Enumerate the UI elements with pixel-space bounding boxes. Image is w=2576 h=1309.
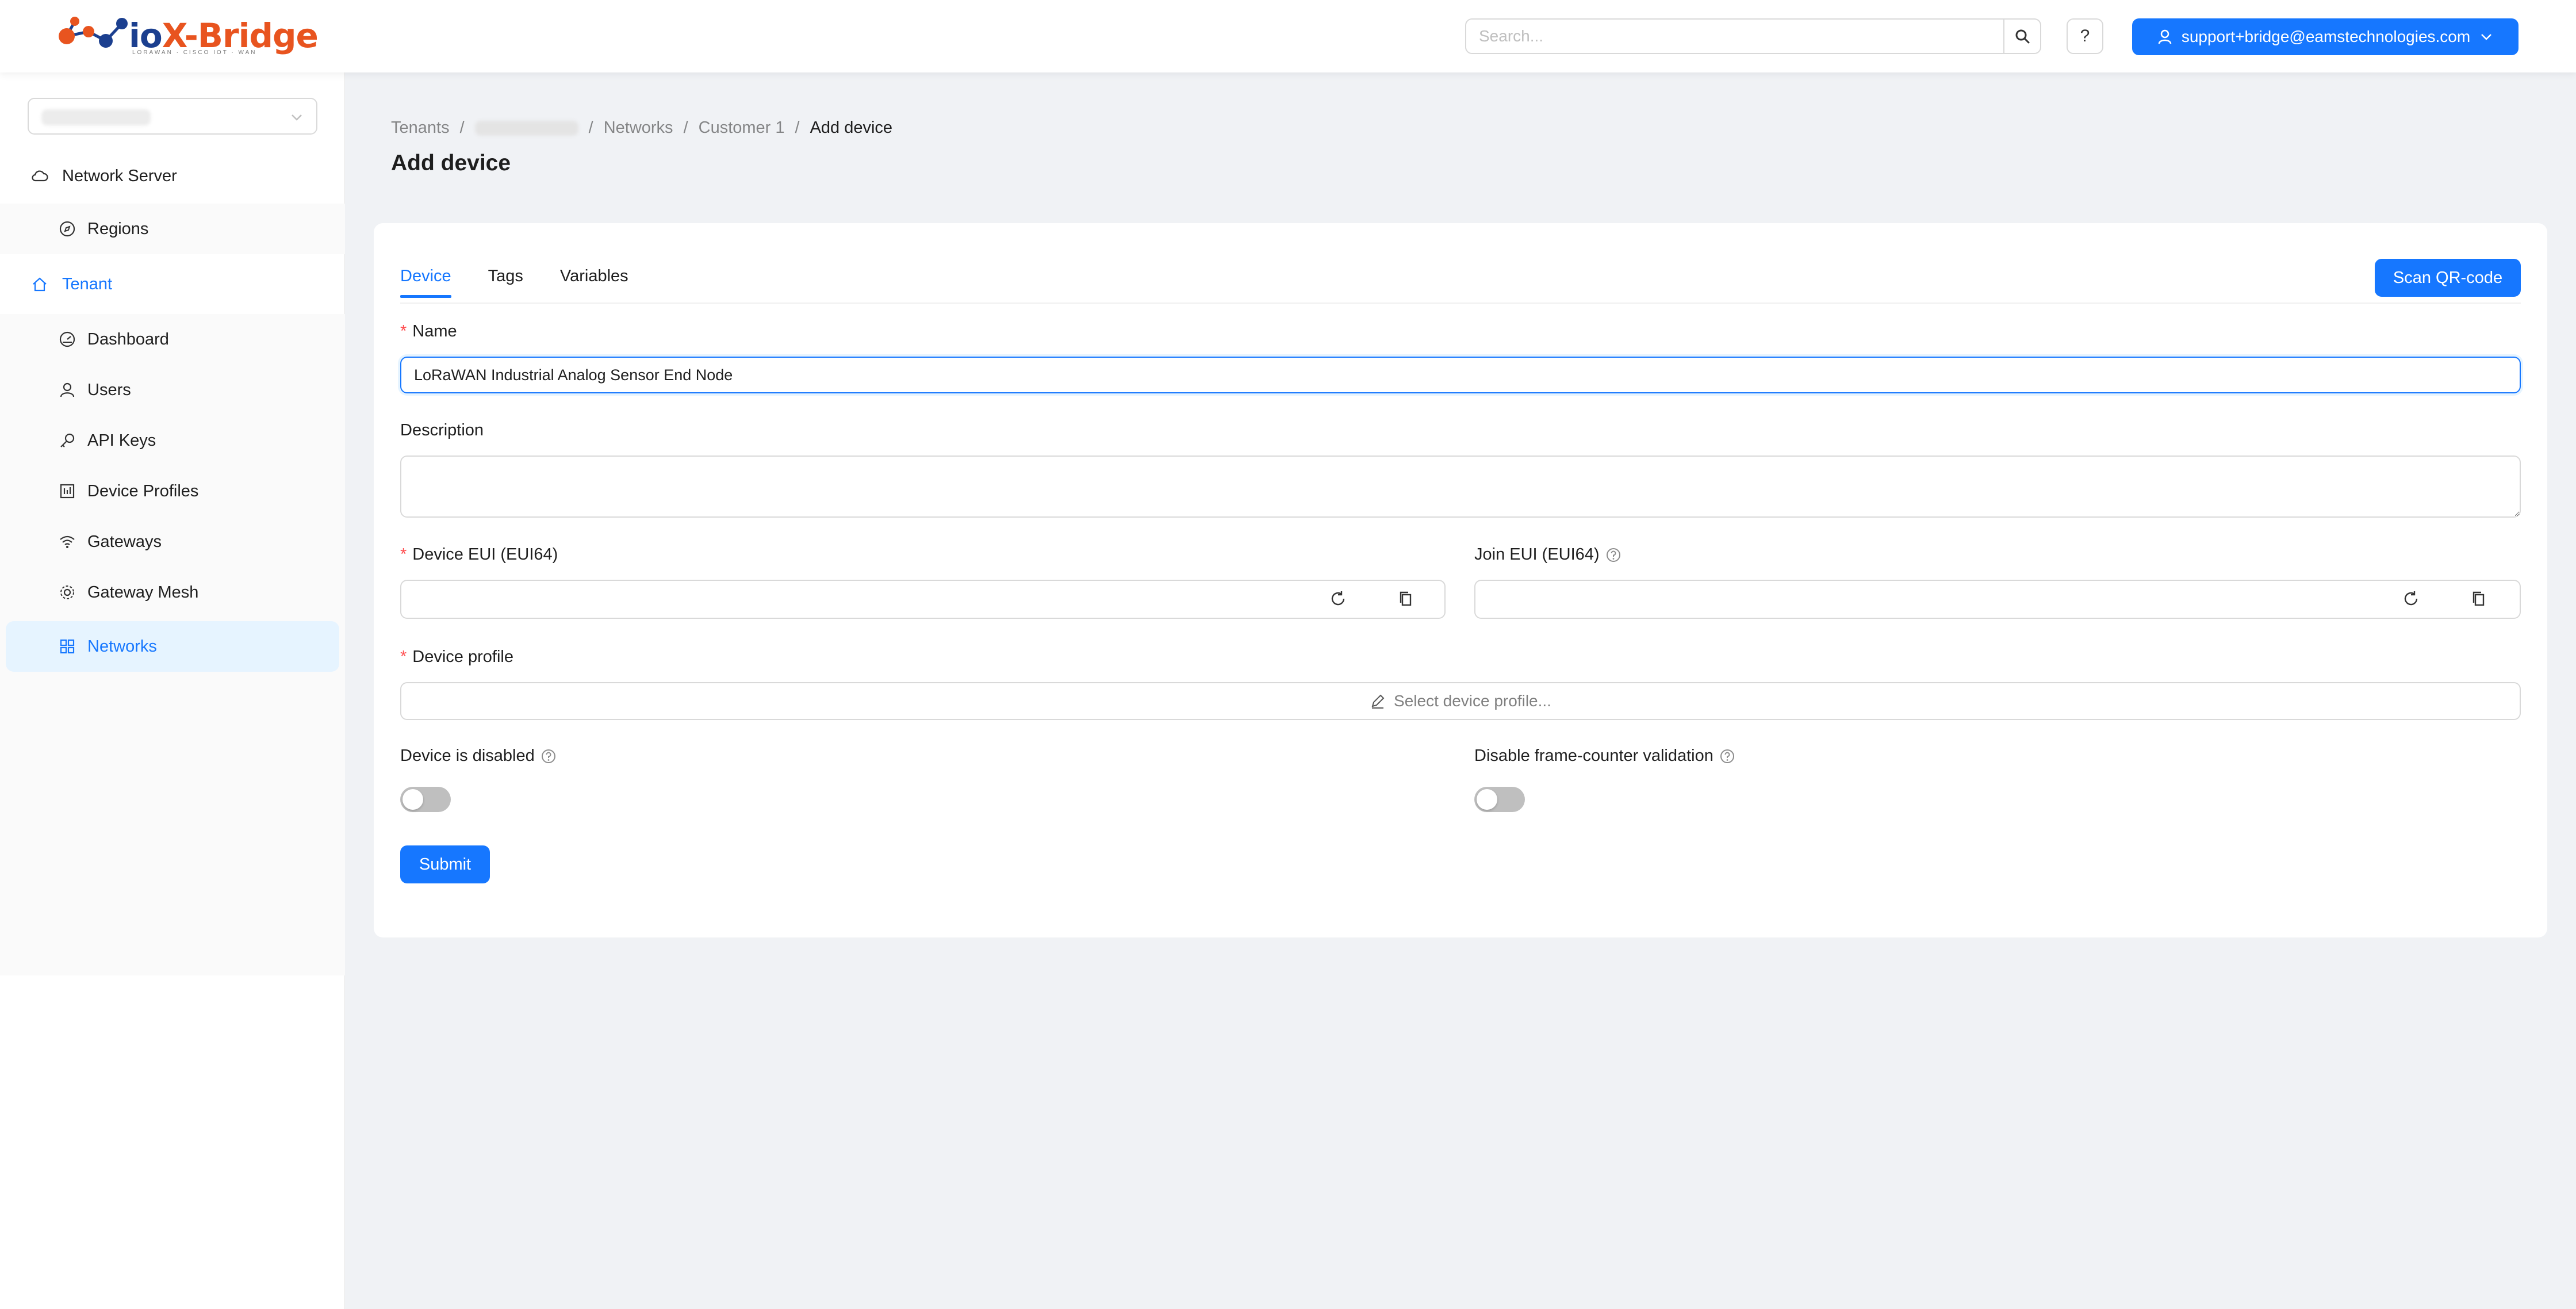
tab-device[interactable]: Device: [400, 259, 451, 298]
question-circle-icon[interactable]: [540, 748, 557, 764]
sidebar-item-label: Gateway Mesh: [87, 583, 199, 602]
submit-button[interactable]: Submit: [400, 845, 490, 883]
tenant-select[interactable]: [28, 98, 317, 135]
breadcrumb-current: Add device: [810, 118, 893, 137]
copy-icon[interactable]: [1397, 590, 1414, 607]
refresh-icon[interactable]: [1329, 590, 1347, 607]
user-menu-button[interactable]: support+bridge@eamstechnologies.com: [2132, 18, 2518, 55]
user-email: support+bridge@eamstechnologies.com: [2181, 28, 2471, 45]
device-profile-label: * Device profile: [400, 648, 513, 666]
tabs-divider: [400, 303, 2521, 304]
user-icon: [57, 380, 77, 400]
sidebar: Network Server Regions Tenant Dashboard …: [0, 72, 345, 1309]
question-circle-icon[interactable]: [1605, 547, 1621, 563]
app-logo[interactable]: ioX-Bridge LORAWAN · CISCO IOT · WAN: [57, 13, 319, 59]
sidebar-item-label: API Keys: [87, 431, 156, 450]
sidebar-item-device-profiles[interactable]: Device Profiles: [0, 466, 345, 516]
sidebar-item-dashboard[interactable]: Dashboard: [0, 314, 345, 365]
logo-molecule-icon: [59, 17, 128, 48]
chevron-down-icon: [292, 114, 302, 121]
device-eui-actions: [1329, 590, 1414, 607]
disable-fcnt-label: Disable frame-counter validation: [1474, 747, 1735, 766]
question-icon: ?: [2080, 26, 2090, 45]
wifi-icon: [57, 532, 77, 552]
join-eui-field[interactable]: [1474, 580, 2521, 619]
device-eui-label: * Device EUI (EUI64): [400, 545, 558, 564]
sidebar-item-users[interactable]: Users: [0, 365, 345, 415]
search-button[interactable]: [2004, 18, 2041, 54]
description-field[interactable]: [400, 456, 2521, 518]
top-header: ioX-Bridge LORAWAN · CISCO IOT · WAN ? s…: [0, 0, 2576, 72]
breadcrumb-tenants[interactable]: Tenants: [391, 118, 450, 137]
device-disabled-toggle[interactable]: [400, 787, 451, 812]
chevron-down-icon: [2481, 34, 2492, 40]
sidebar-item-regions[interactable]: Regions: [0, 204, 345, 254]
sidebar-item-label: Device Profiles: [87, 481, 199, 500]
breadcrumb-networks[interactable]: Networks: [604, 118, 673, 137]
sidebar-item-tenant[interactable]: Tenant: [0, 259, 345, 309]
device-disabled-label: Device is disabled: [400, 747, 557, 766]
join-eui-actions: [2402, 590, 2487, 607]
breadcrumb: Tenants / / Networks / Customer 1 / Add …: [391, 118, 893, 137]
join-eui-label: Join EUI (EUI64): [1474, 545, 1621, 564]
disable-fcnt-toggle[interactable]: [1474, 787, 1525, 812]
sidebar-item-gateway-mesh[interactable]: Gateway Mesh: [0, 567, 345, 618]
breadcrumb-customer[interactable]: Customer 1: [699, 118, 785, 137]
refresh-icon[interactable]: [2402, 590, 2420, 607]
sidebar-item-networks[interactable]: Networks: [6, 621, 339, 672]
profile-icon: [57, 481, 77, 501]
page-title: Add device: [391, 151, 511, 175]
name-field[interactable]: [400, 357, 2521, 393]
device-profile-select[interactable]: Select device profile...: [400, 682, 2521, 720]
device-profile-placeholder: Select device profile...: [1394, 692, 1551, 710]
home-icon: [30, 274, 49, 294]
sidebar-item-api-keys[interactable]: API Keys: [0, 415, 345, 466]
search-input[interactable]: [1465, 18, 2004, 54]
sidebar-item-label: Networks: [87, 637, 157, 656]
dashboard-icon: [57, 330, 77, 349]
copy-icon[interactable]: [2470, 590, 2487, 607]
sidebar-item-label: Regions: [87, 219, 149, 238]
add-device-card: Device Tags Variables Scan QR-code * Name…: [374, 223, 2547, 937]
description-label: Description: [400, 421, 484, 439]
sidebar-item-label: Gateways: [87, 532, 162, 551]
tenant-select-value: [41, 109, 151, 125]
sidebar-item-gateways[interactable]: Gateways: [0, 516, 345, 567]
grid-icon: [57, 637, 77, 656]
tab-variables[interactable]: Variables: [560, 259, 628, 298]
logo-tagline: LORAWAN · CISCO IOT · WAN: [132, 49, 257, 56]
name-label: * Name: [400, 322, 457, 340]
form-tabs: Device Tags Variables: [400, 259, 665, 298]
tab-tags[interactable]: Tags: [488, 259, 523, 298]
device-eui-field[interactable]: [400, 580, 1446, 619]
sidebar-item-label: Network Server: [62, 166, 177, 185]
sidebar-item-label: Tenant: [62, 274, 113, 293]
user-icon: [2158, 29, 2172, 44]
key-icon: [57, 431, 77, 450]
edit-icon: [1371, 694, 1385, 709]
global-search: [1465, 18, 2041, 54]
sidebar-item-label: Dashboard: [87, 330, 169, 349]
scan-qr-button[interactable]: Scan QR-code: [2375, 259, 2521, 297]
sidebar-item-network-server[interactable]: Network Server: [0, 151, 345, 201]
search-icon: [2015, 29, 2030, 44]
question-circle-icon[interactable]: [1719, 748, 1735, 764]
sidebar-item-label: Users: [87, 380, 131, 399]
compass-icon: [57, 219, 77, 239]
help-button[interactable]: ?: [2067, 18, 2103, 54]
cloud-icon: [30, 166, 49, 186]
breadcrumb-tenant-name[interactable]: [474, 120, 578, 136]
mesh-icon: [57, 583, 77, 602]
